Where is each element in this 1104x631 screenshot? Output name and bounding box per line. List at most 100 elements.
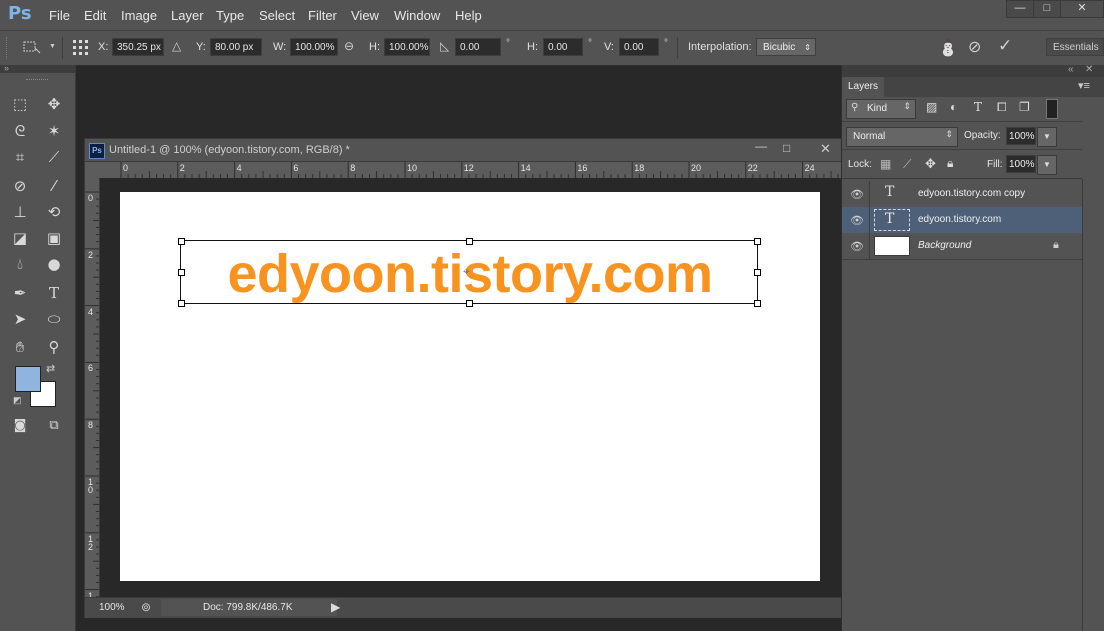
minimize-button[interactable]: — [1006,0,1034,18]
transform-handle[interactable] [466,238,473,245]
filter-type-icon[interactable]: T [974,100,982,114]
fill-input[interactable]: 100% [1006,155,1036,173]
tab-layers[interactable]: Layers [842,77,884,97]
swap-colors-icon[interactable]: ⇄ [46,362,55,375]
collapse-panel-icon[interactable]: « [1068,64,1074,75]
vskew-input[interactable]: 0.00 [619,38,659,56]
y-input[interactable]: 80.00 px [210,38,262,56]
ellipse-tool-icon[interactable]: ⬭ [42,308,66,330]
canvas[interactable]: edyoon.tistory.com ⌖ [120,192,820,581]
hskew-input[interactable]: 0.00 [543,38,583,56]
lock-all-icon[interactable]: 🔒︎ [947,156,953,171]
doc-close-icon[interactable]: ✕ [820,141,831,157]
menu-view[interactable]: View [351,8,379,23]
lock-image-icon[interactable]: ⟋ [903,157,911,172]
menu-filter[interactable]: Filter [308,8,337,23]
menu-type[interactable]: Type [216,8,244,23]
lock-position-icon[interactable]: ✥ [925,156,936,172]
reference-point-icon[interactable] [72,39,90,57]
rotate-input[interactable]: 0.00 [455,38,501,56]
move-tool-icon[interactable]: ✥ [42,93,66,115]
screen-mode-icon[interactable]: ⧉ [42,415,66,437]
vertical-ruler[interactable]: 024681 01 21 4 [85,178,100,598]
status-options-icon[interactable]: ⊚ [141,600,151,614]
crop-tool-icon[interactable]: ⌗ [8,146,32,168]
filter-adjustment-icon[interactable]: ◐ [950,100,957,114]
filter-pixel-icon[interactable]: ▨ [926,100,937,114]
doc-minimize-icon[interactable]: — [755,139,767,153]
layer-row[interactable]: 👁︎ Background 🔒︎ [842,233,1082,260]
workspace-button[interactable]: Essentials [1046,38,1104,56]
gradient-tool-icon[interactable]: ▣ [42,227,66,249]
commit-transform-icon[interactable]: ✓ [998,36,1012,56]
document-tab[interactable]: Ps Untitled-1 @ 100% (edyoon.tistory.com… [85,139,841,162]
blend-mode-select[interactable]: Normal ⇕ [846,127,958,147]
default-colors-icon[interactable]: ◩ [13,395,22,406]
opacity-dropdown-icon[interactable]: ▼ [1037,127,1057,147]
transform-handle[interactable] [178,238,185,245]
blur-tool-icon[interactable]: 💧︎ [8,253,32,275]
eyedropper-tool-icon[interactable]: ⟋ [42,146,66,168]
move-tool-preset-icon[interactable] [22,39,42,55]
opacity-input[interactable]: 100% [1006,127,1036,145]
status-menu-arrow-icon[interactable]: ▶ [331,600,340,614]
menu-image[interactable]: Image [121,8,157,23]
interpolation-select[interactable]: Bicubic ⇕ [756,38,816,56]
menu-select[interactable]: Select [259,8,295,23]
menu-file[interactable]: File [49,8,70,23]
magic-wand-tool-icon[interactable]: ✶ [42,120,66,142]
ruler-origin[interactable] [85,162,100,179]
brush-tool-icon[interactable]: ⁄ [42,175,66,197]
layer-row[interactable]: 👁︎ T edyoon.tistory.com copy [842,181,1082,208]
marquee-tool-icon[interactable]: ⬚ [8,93,32,115]
delta-icon[interactable]: △ [172,39,181,53]
lasso-tool-icon[interactable]: ᘓ [8,120,32,142]
collapse-icon[interactable]: » [4,63,9,73]
reference-point-crosshair-icon[interactable]: ⌖ [463,264,470,279]
close-panel-icon[interactable]: ✕ [1085,64,1093,75]
x-input[interactable]: 350.25 px [112,38,164,56]
menu-help[interactable]: Help [455,8,482,23]
panel-menu-icon[interactable]: ▾≡ [1078,79,1090,92]
transform-handle[interactable] [754,269,761,276]
dodge-tool-icon[interactable]: ● [42,253,66,275]
horizontal-ruler[interactable]: 0 2 4 6 8 10 12 14 16 18 20 22 24 [99,162,841,179]
history-brush-tool-icon[interactable]: ⟲ [42,201,66,223]
width-input[interactable]: 100.00% [290,38,338,56]
menu-window[interactable]: Window [394,8,440,23]
menu-edit[interactable]: Edit [84,8,106,23]
transform-handle[interactable] [754,238,761,245]
zoom-level[interactable]: 100% [99,602,125,613]
foreground-color-swatch[interactable] [15,366,41,392]
fill-dropdown-icon[interactable]: ▼ [1037,155,1057,175]
eye-visibility-icon[interactable]: 👁︎ [850,240,864,253]
layer-row-selected[interactable]: 👁︎ T edyoon.tistory.com [842,207,1082,234]
canvas-text-layer[interactable]: edyoon.tistory.com [175,244,765,304]
path-selection-tool-icon[interactable]: ➤ [8,308,32,330]
cancel-transform-icon[interactable]: ⊘ [968,37,981,57]
menu-layer[interactable]: Layer [171,8,204,23]
doc-maximize-icon[interactable]: □ [783,141,790,155]
hand-tool-icon[interactable]: ✋︎ [8,336,32,358]
transform-handle[interactable] [754,300,761,307]
type-tool-icon[interactable]: T [42,282,66,304]
healing-brush-tool-icon[interactable]: ⊘ [8,175,32,197]
pen-tool-icon[interactable]: ✒︎ [8,282,32,304]
filter-smart-object-icon[interactable]: ❐ [1019,100,1030,114]
quick-mask-icon[interactable]: ◙ [8,415,32,437]
transform-handle[interactable] [466,300,473,307]
warp-mode-icon[interactable]: ⛄ [938,38,958,58]
preset-dropdown-icon[interactable]: ▼ [49,43,56,50]
lock-transparent-icon[interactable]: ▦ [880,157,891,171]
eraser-tool-icon[interactable]: ◪ [8,227,32,249]
zoom-tool-icon[interactable]: ⚲ [42,336,66,358]
clone-stamp-tool-icon[interactable]: ⊥ [8,201,32,223]
maximize-button[interactable]: □ [1033,0,1061,18]
eye-visibility-icon[interactable]: 👁︎ [850,188,864,201]
filter-toggle[interactable] [1046,99,1058,119]
filter-kind-select[interactable]: ⚲ Kind ⇕ [846,99,916,119]
height-input[interactable]: 100.00% [384,38,430,56]
transform-handle[interactable] [178,300,185,307]
close-button[interactable]: ✕ [1060,0,1104,18]
eye-visibility-icon[interactable]: 👁︎ [850,214,864,227]
